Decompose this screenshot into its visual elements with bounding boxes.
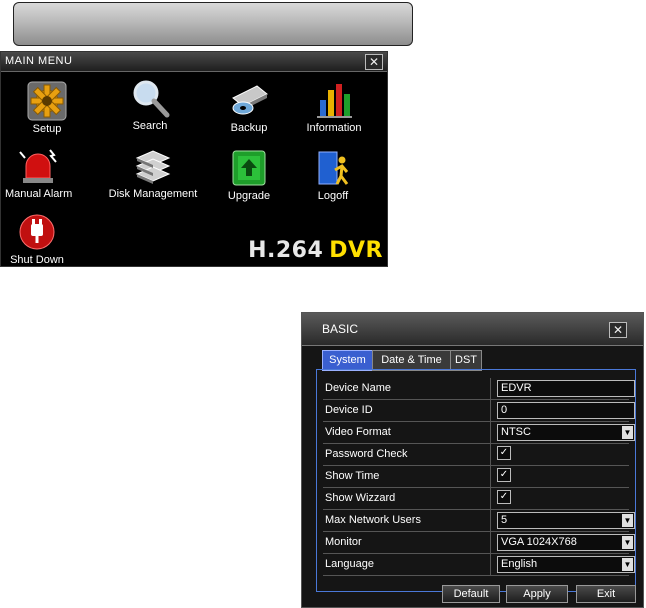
- main-menu-window: MAIN MENU ✕ Setup Search Backup Informat…: [0, 51, 388, 267]
- chevron-down-icon[interactable]: ▼: [622, 514, 633, 527]
- chevron-down-icon[interactable]: ▼: [622, 426, 633, 439]
- show-time-label: Show Time: [323, 466, 491, 487]
- magnifier-icon: [130, 78, 170, 118]
- system-settings-panel: Device Name EDVR Device ID 0 Video Forma…: [316, 369, 636, 592]
- siren-icon: [18, 146, 58, 186]
- password-check-checkbox[interactable]: ✓: [497, 446, 511, 460]
- monitor-label: Monitor: [323, 532, 491, 553]
- default-button[interactable]: Default: [442, 585, 500, 603]
- setting-row-show-time: Show Time ✓: [323, 466, 629, 488]
- setting-row-show-wizzard: Show Wizzard ✓: [323, 488, 629, 510]
- max-network-users-label: Max Network Users: [323, 510, 491, 531]
- menu-item-label: Shut Down: [10, 254, 64, 266]
- video-format-select[interactable]: NTSC ▼: [497, 424, 635, 441]
- menu-item-shut-down[interactable]: Shut Down: [9, 212, 65, 266]
- logo-accent-text: DVR: [329, 238, 383, 263]
- menu-item-label: Setup: [32, 123, 62, 135]
- menu-item-label: Backup: [230, 122, 268, 134]
- menu-item-manual-alarm[interactable]: Manual Alarm: [5, 146, 73, 200]
- menu-item-backup[interactable]: Backup: [219, 80, 279, 134]
- upgrade-arrow-icon: [229, 148, 269, 188]
- max-network-users-select[interactable]: 5 ▼: [497, 512, 635, 529]
- menu-item-logoff[interactable]: Logoff: [305, 148, 361, 202]
- monitor-select[interactable]: VGA 1024X768 ▼: [497, 534, 635, 551]
- setting-row-password-check: Password Check ✓: [323, 444, 629, 466]
- disk-stack-icon: [133, 146, 173, 186]
- video-format-label: Video Format: [323, 422, 491, 443]
- setting-row-device-name: Device Name EDVR: [323, 378, 635, 400]
- show-wizzard-checkbox[interactable]: ✓: [497, 490, 511, 504]
- bar-chart-icon: [314, 80, 354, 120]
- tab-dst[interactable]: DST: [450, 350, 482, 371]
- gear-icon: [27, 81, 67, 121]
- tab-date-time[interactable]: Date & Time: [372, 350, 451, 371]
- menu-item-search[interactable]: Search: [121, 78, 179, 132]
- setting-row-language: Language English ▼: [323, 554, 635, 576]
- device-name-label: Device Name: [323, 378, 491, 399]
- menu-item-label: Information: [306, 122, 362, 134]
- logo-main-text: H.264: [248, 238, 324, 263]
- device-name-input[interactable]: EDVR: [497, 380, 635, 397]
- menu-item-label: Logoff: [317, 190, 349, 202]
- setting-row-video-format: Video Format NTSC ▼: [323, 422, 635, 444]
- power-plug-icon: [17, 212, 57, 252]
- menu-item-information[interactable]: Information: [299, 80, 369, 134]
- basic-close-button[interactable]: ✕: [609, 322, 627, 338]
- setting-row-max-network-users: Max Network Users 5 ▼: [323, 510, 635, 532]
- menu-item-label: Search: [132, 120, 168, 132]
- basic-title-bar: BASIC ✕: [302, 313, 643, 346]
- device-id-label: Device ID: [323, 400, 491, 421]
- language-value: English: [501, 558, 538, 570]
- setting-row-device-id: Device ID 0: [323, 400, 635, 422]
- tab-system[interactable]: System: [322, 350, 373, 371]
- basic-title: BASIC: [322, 322, 359, 336]
- menu-item-disk-management[interactable]: Disk Management: [99, 146, 207, 200]
- main-menu-title-bar: MAIN MENU ✕: [1, 52, 387, 72]
- menu-item-setup[interactable]: Setup: [19, 81, 75, 135]
- menu-item-label: Disk Management: [108, 188, 198, 200]
- language-select[interactable]: English ▼: [497, 556, 635, 573]
- password-check-label: Password Check: [323, 444, 491, 465]
- language-label: Language: [323, 554, 491, 575]
- basic-settings-window: BASIC ✕ System Date & Time DST Device Na…: [301, 312, 644, 608]
- show-wizzard-label: Show Wizzard: [323, 488, 491, 509]
- exit-button[interactable]: Exit: [576, 585, 636, 603]
- logoff-door-icon: [313, 148, 353, 188]
- main-menu-close-button[interactable]: ✕: [365, 54, 383, 70]
- chevron-down-icon[interactable]: ▼: [622, 558, 633, 571]
- main-menu-title: MAIN MENU: [5, 55, 73, 67]
- h264-dvr-logo: H.264 DVR: [248, 238, 383, 263]
- chevron-down-icon[interactable]: ▼: [622, 536, 633, 549]
- max-network-users-value: 5: [501, 514, 508, 526]
- backup-disc-icon: [229, 80, 269, 120]
- device-id-input[interactable]: 0: [497, 402, 635, 419]
- show-time-checkbox[interactable]: ✓: [497, 468, 511, 482]
- setting-row-monitor: Monitor VGA 1024X768 ▼: [323, 532, 635, 554]
- video-format-value: NTSC: [501, 426, 531, 438]
- apply-button[interactable]: Apply: [506, 585, 568, 603]
- monitor-value: VGA 1024X768: [501, 536, 577, 548]
- menu-item-upgrade[interactable]: Upgrade: [219, 148, 279, 202]
- top-bar: [13, 2, 413, 46]
- menu-item-label: Manual Alarm: [5, 188, 73, 200]
- menu-item-label: Upgrade: [227, 190, 271, 202]
